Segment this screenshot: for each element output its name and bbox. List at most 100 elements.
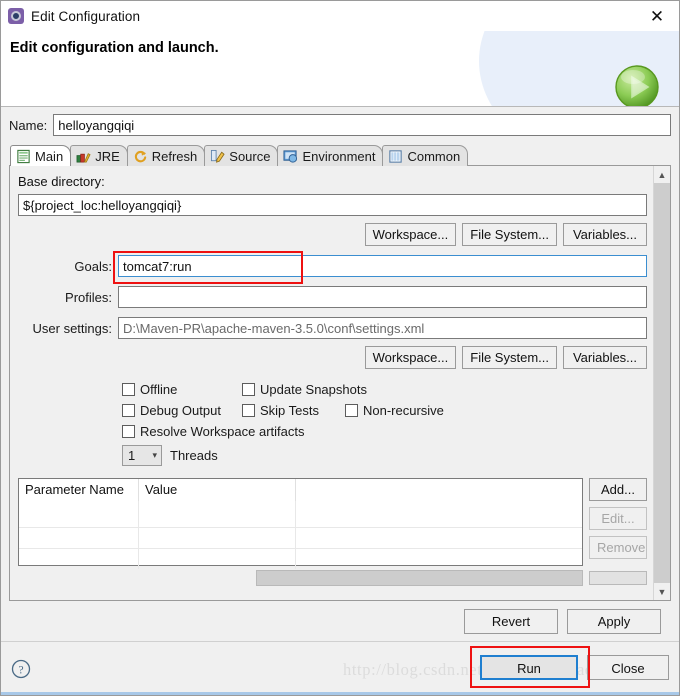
checkbox-update-snapshots-label: Update Snapshots xyxy=(260,382,367,397)
horizontal-scrollbar-thumb[interactable] xyxy=(256,570,583,586)
checkbox-non-recursive[interactable]: Non-recursive xyxy=(345,403,444,418)
tab-environment-label: Environment xyxy=(302,148,376,164)
run-play-icon xyxy=(615,65,659,106)
tab-source-label: Source xyxy=(229,148,271,164)
gear-icon xyxy=(8,8,24,24)
checkbox-skip-tests-label: Skip Tests xyxy=(260,403,320,418)
tab-jre[interactable]: JRE xyxy=(70,145,128,166)
refresh-icon xyxy=(134,150,146,162)
footer-bar: ? http://blog.csdn.net/Marvel__Dead Run … xyxy=(1,641,679,695)
workspace-button-2[interactable]: Workspace... xyxy=(364,346,457,369)
table-cell xyxy=(296,528,582,548)
user-settings-row: User settings: xyxy=(18,317,647,339)
tab-refresh-label: Refresh xyxy=(151,148,198,164)
checkbox-resolve-workspace-artifacts[interactable]: Resolve Workspace artifacts xyxy=(122,424,305,439)
checkbox-skip-tests[interactable]: Skip Tests xyxy=(242,403,345,418)
table-row[interactable] xyxy=(19,548,582,569)
tab-strip: Main JRE Refresh Source Environment Comm… xyxy=(9,144,671,166)
table-cell xyxy=(19,501,139,527)
dialog-body: Name: Main JRE xyxy=(1,107,679,641)
base-directory-label: Base directory: xyxy=(18,174,105,189)
threads-dropdown[interactable]: 1 ▾ xyxy=(122,445,162,466)
tab-common-label: Common xyxy=(407,148,461,164)
remove-button: Remove xyxy=(589,536,647,559)
table-cell xyxy=(296,501,582,527)
apply-button[interactable]: Apply xyxy=(567,608,661,634)
base-directory-button-row: Workspace... File System... Variables... xyxy=(18,223,647,246)
threads-label: Threads xyxy=(170,448,218,463)
tab-source[interactable]: Source xyxy=(204,145,279,166)
checkbox-box-icon xyxy=(345,404,358,417)
checkbox-offline-label: Offline xyxy=(140,382,178,397)
column-header-parameter-name[interactable]: Parameter Name xyxy=(19,479,139,501)
footer-accent-bar xyxy=(1,692,679,695)
horizontal-scrollbar[interactable] xyxy=(18,570,583,586)
vertical-scrollbar[interactable]: ▲ ▼ xyxy=(653,166,670,600)
table-cell xyxy=(139,501,296,527)
tab-environment[interactable]: Environment xyxy=(277,145,384,166)
parameter-table[interactable]: Parameter Name Value xyxy=(18,478,583,569)
table-cell xyxy=(19,528,139,548)
table-row[interactable] xyxy=(19,501,582,527)
header-banner: Edit configuration and launch. xyxy=(1,31,679,107)
threads-value: 1 xyxy=(128,448,136,463)
checkbox-debug-output-label: Debug Output xyxy=(140,403,221,418)
profiles-label: Profiles: xyxy=(65,289,112,305)
file-system-button-2[interactable]: File System... xyxy=(462,346,557,369)
parameter-table-area: Parameter Name Value Add... Edit... Remo… xyxy=(18,478,647,569)
close-button[interactable]: Close xyxy=(587,655,669,680)
jre-books-icon xyxy=(76,152,91,162)
tab-jre-label: JRE xyxy=(95,148,120,164)
scroll-down-arrow-icon[interactable]: ▼ xyxy=(654,583,670,600)
checkbox-box-icon xyxy=(122,404,135,417)
goals-label: Goals: xyxy=(74,258,112,274)
table-row[interactable] xyxy=(19,527,582,548)
table-cell xyxy=(139,549,296,569)
parameter-table-rows xyxy=(19,501,582,569)
title-bar: Edit Configuration ✕ xyxy=(1,1,679,31)
checkbox-offline[interactable]: Offline xyxy=(122,382,242,397)
run-button[interactable]: Run xyxy=(480,655,578,680)
user-settings-input[interactable] xyxy=(118,317,647,339)
tab-main[interactable]: Main xyxy=(10,145,72,166)
close-icon[interactable]: ✕ xyxy=(643,5,671,27)
checkbox-debug-output[interactable]: Debug Output xyxy=(122,403,242,418)
tab-refresh[interactable]: Refresh xyxy=(126,145,206,166)
checkbox-non-recursive-label: Non-recursive xyxy=(363,403,444,418)
name-input[interactable] xyxy=(53,114,671,136)
column-header-extra[interactable] xyxy=(296,479,582,501)
checkbox-box-icon xyxy=(242,383,255,396)
profiles-row: Profiles: xyxy=(18,286,647,308)
svg-text:?: ? xyxy=(18,664,23,676)
source-edit-icon xyxy=(211,149,225,163)
footer-buttons: Run Close xyxy=(480,655,669,680)
edit-button: Edit... xyxy=(589,507,647,530)
checkbox-row-3: Resolve Workspace artifacts xyxy=(122,424,647,439)
scroll-up-arrow-icon[interactable]: ▲ xyxy=(654,166,670,183)
profiles-input[interactable] xyxy=(118,286,647,308)
file-system-button[interactable]: File System... xyxy=(462,223,557,246)
scrollbar-corner-stub xyxy=(589,571,647,585)
variables-button[interactable]: Variables... xyxy=(563,223,647,246)
base-directory-input[interactable] xyxy=(18,194,647,216)
parameter-table-header: Parameter Name Value xyxy=(19,479,582,501)
help-question-icon[interactable]: ? xyxy=(11,659,31,679)
checkbox-update-snapshots[interactable]: Update Snapshots xyxy=(242,382,367,397)
header-title: Edit configuration and launch. xyxy=(10,40,219,56)
parameter-table-buttons: Add... Edit... Remove xyxy=(589,478,647,559)
vertical-scrollbar-thumb[interactable] xyxy=(654,183,670,583)
workspace-button[interactable]: Workspace... xyxy=(364,223,457,246)
environment-icon xyxy=(283,149,298,163)
common-icon xyxy=(389,149,403,163)
add-button[interactable]: Add... xyxy=(589,478,647,501)
checkbox-box-icon xyxy=(122,383,135,396)
tab-common[interactable]: Common xyxy=(382,145,469,166)
edit-configuration-dialog: Edit Configuration ✕ Edit configuration … xyxy=(0,0,680,696)
variables-button-2[interactable]: Variables... xyxy=(563,346,647,369)
column-header-value[interactable]: Value xyxy=(139,479,296,501)
user-settings-label: User settings: xyxy=(32,320,112,336)
user-settings-button-row: Workspace... File System... Variables... xyxy=(18,346,647,369)
goals-row: Goals: xyxy=(18,255,647,277)
goals-input[interactable] xyxy=(118,255,647,277)
revert-button[interactable]: Revert xyxy=(464,608,558,634)
